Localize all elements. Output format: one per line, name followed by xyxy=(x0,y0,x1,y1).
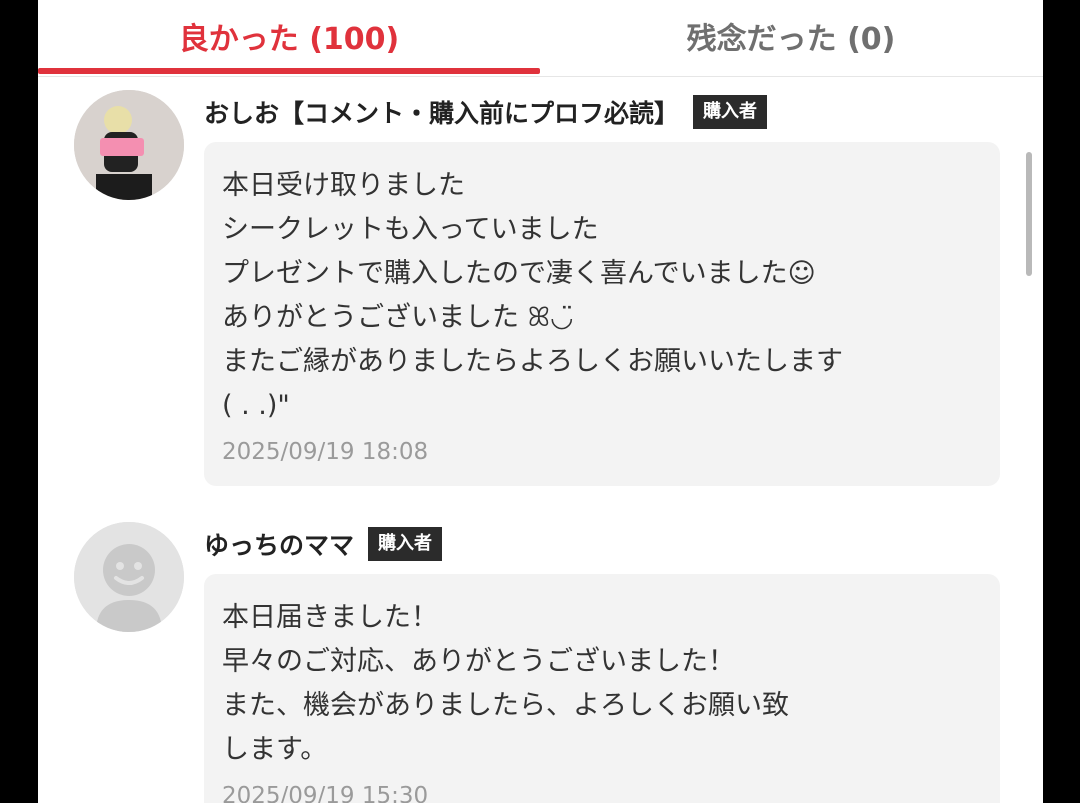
comment-line: ( . .)" xyxy=(222,390,290,421)
avatar[interactable] xyxy=(74,90,184,200)
buyer-badge: 購入者 xyxy=(693,95,768,129)
comment-timestamp: 2025/09/19 15:30 xyxy=(222,783,429,803)
comment-timestamp: 2025/09/19 18:08 xyxy=(222,439,429,465)
comment-bubble: 本日受け取りました シークレットも入っていました プレゼントで購入したので凄く喜… xyxy=(204,142,1000,486)
comment-line: 早々のご対応、ありがとうございました！ xyxy=(222,646,735,677)
user-photo-icon xyxy=(74,90,184,200)
reviewer-name[interactable]: おしお【コメント・購入前にプロフ必読】 xyxy=(204,94,679,130)
tab-bad[interactable]: 残念だった (0) xyxy=(540,0,1042,72)
avatar[interactable] xyxy=(74,522,184,632)
scrollbar[interactable] xyxy=(1026,152,1032,276)
active-tab-indicator xyxy=(38,68,540,74)
comment-line: また、機会がありましたら、よろしくお願い致 xyxy=(222,690,789,721)
comment-line: ありがとうございました ꕤ◡̈ xyxy=(222,302,574,333)
tab-good[interactable]: 良かった (100) xyxy=(38,0,540,72)
comment-line: します。 xyxy=(222,734,328,765)
comment-line: シークレットも入っていました xyxy=(222,214,599,245)
review-tabs: 良かった (100) 残念だった (0) xyxy=(38,0,1043,77)
review-panel: 良かった (100) 残念だった (0) おしお【コメント・購入前にプロフ必読】… xyxy=(38,0,1043,803)
comment-line: 本日受け取りました xyxy=(222,170,465,201)
comment-line: またご縁がありましたらよろしくお願いいたします xyxy=(222,346,843,377)
comment-line: 本日届きました！ xyxy=(222,602,438,633)
buyer-badge: 購入者 xyxy=(368,527,443,561)
reviewer-name[interactable]: ゆっちのママ xyxy=(204,526,354,562)
default-user-icon xyxy=(74,522,184,632)
comment-line: プレゼントで購入したので凄く喜んでいました☺ xyxy=(222,258,816,289)
comment-bubble: 本日届きました！ 早々のご対応、ありがとうございました！ また、機会がありました… xyxy=(204,574,1000,803)
